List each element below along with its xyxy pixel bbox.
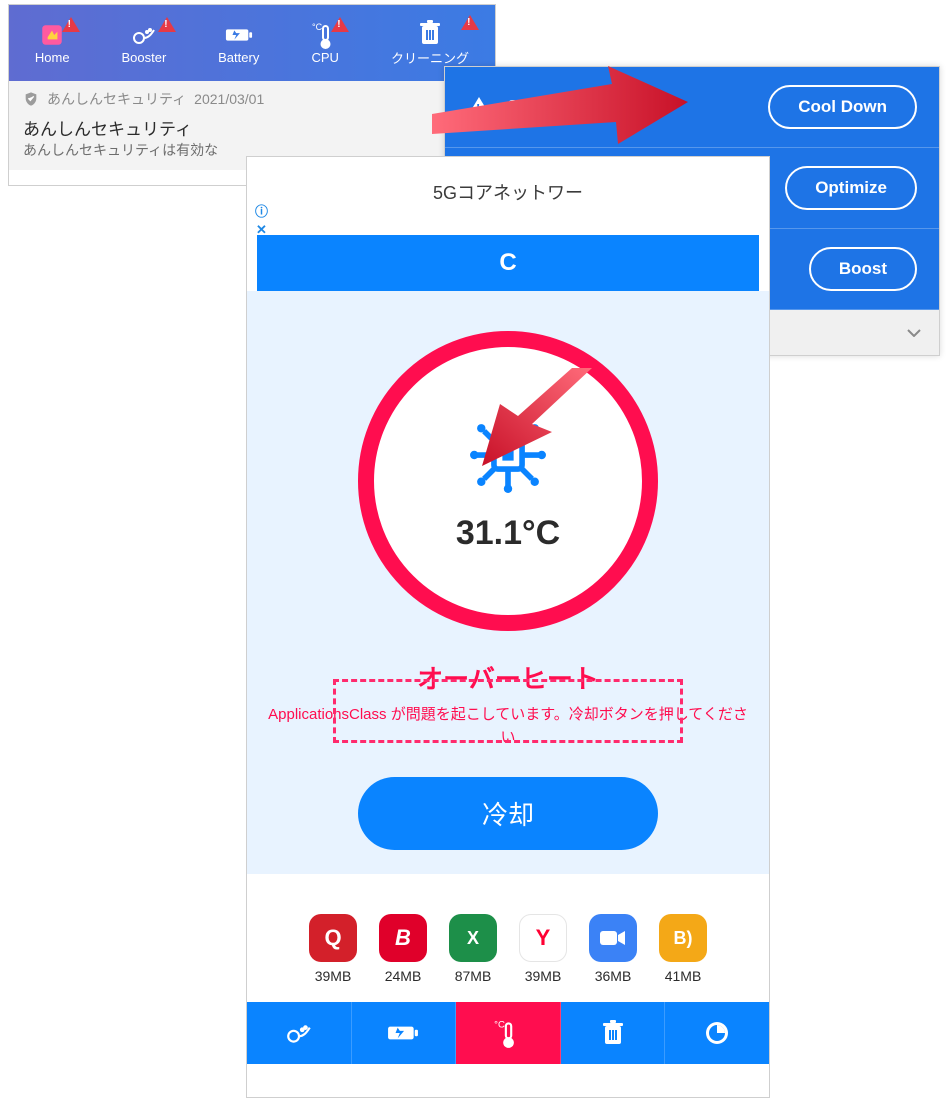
chevron-down-icon	[907, 324, 921, 341]
ad-headline: 5Gコアネットワー	[433, 183, 583, 203]
stop-icon	[704, 1020, 730, 1046]
nav-home[interactable]: Home	[35, 21, 70, 65]
trash-icon	[416, 19, 444, 47]
app-item[interactable]: Y 39MB	[519, 914, 567, 984]
nav-trash[interactable]	[561, 1002, 666, 1064]
notif-source: あんしんセキュリティ	[47, 89, 186, 109]
app-item[interactable]: B) 41MB	[659, 914, 707, 984]
nav-stop[interactable]	[665, 1002, 769, 1064]
alert-icon	[331, 17, 349, 32]
nav-label: Battery	[218, 50, 259, 65]
bottom-nav: °C	[247, 1002, 769, 1064]
overheat-message: ApplicationsClass が問題を起こしています。冷却ボタンを押してく…	[247, 696, 769, 749]
apps-row: Q 39MB B 24MB X 87MB Y 39MB 36MB B) 41MB	[247, 874, 769, 1002]
app-q-icon: Q	[309, 914, 357, 962]
info-icon[interactable]: ⓘ	[255, 201, 268, 220]
ad-blue-bar: C	[257, 235, 759, 291]
alert-icon	[461, 15, 479, 30]
app-size: 41MB	[665, 968, 702, 984]
nav-battery[interactable]: Battery	[218, 21, 259, 65]
battery-icon	[387, 1024, 419, 1042]
nav-label: CPU	[311, 50, 338, 65]
main-app-panel: ⓘ ✕ 5Gコアネットワー C 31.1°C オーバーヒート App	[246, 156, 770, 1098]
nav-booster[interactable]	[247, 1002, 352, 1064]
notif-date: 2021/03/01	[194, 91, 264, 107]
app-b2-icon: B)	[659, 914, 707, 962]
app-zoom-icon	[589, 914, 637, 962]
cool-button[interactable]: 冷却	[358, 777, 658, 850]
svg-text:°C: °C	[312, 22, 323, 32]
app-excel-icon: X	[449, 914, 497, 962]
red-arrow-down-left	[472, 368, 602, 468]
app-yahoo-icon: Y	[519, 914, 567, 962]
booster-icon	[285, 1022, 313, 1044]
alert-icon	[62, 17, 80, 32]
app-size: 24MB	[385, 968, 422, 984]
nav-cleaning[interactable]: クリーニング	[391, 19, 469, 67]
notif-title: あんしんセキュリティ	[9, 113, 495, 140]
app-size: 36MB	[595, 968, 632, 984]
app-item[interactable]: X 87MB	[449, 914, 497, 984]
nav-battery[interactable]	[352, 1002, 457, 1064]
app-item[interactable]: Q 39MB	[309, 914, 357, 984]
nav-label: Home	[35, 50, 70, 65]
shield-icon	[23, 91, 39, 107]
trash-icon	[601, 1020, 625, 1046]
app-item[interactable]: 36MB	[589, 914, 637, 984]
ad-info-icons: ⓘ ✕	[255, 201, 268, 238]
boost-button[interactable]: Boost	[809, 247, 917, 291]
app-size: 39MB	[525, 968, 562, 984]
nav-booster[interactable]: Booster	[121, 21, 166, 65]
alert-icon	[158, 17, 176, 32]
cooldown-button[interactable]: Cool Down	[768, 85, 917, 129]
nav-label: Booster	[121, 50, 166, 65]
nav-cpu-temp[interactable]: °C	[456, 1002, 561, 1064]
optimize-button[interactable]: Optimize	[785, 166, 917, 210]
close-icon[interactable]: ✕	[255, 222, 268, 238]
app-b-icon: B	[379, 914, 427, 962]
top-nav: Home Booster Battery °C CPU	[9, 5, 495, 81]
cpu-temp-icon: °C	[494, 1017, 522, 1049]
battery-icon	[225, 21, 253, 49]
nav-cpu[interactable]: °C CPU	[311, 21, 339, 65]
app-item[interactable]: B 24MB	[379, 914, 427, 984]
app-size: 87MB	[455, 968, 492, 984]
notification-header: あんしんセキュリティ 2021/03/01	[9, 81, 495, 113]
svg-text:°C: °C	[494, 1020, 505, 1031]
overheat-title: オーバーヒート	[417, 659, 599, 696]
ad-area: ⓘ ✕ 5Gコアネットワー C	[247, 157, 769, 291]
app-size: 39MB	[315, 968, 352, 984]
red-arrow-right	[432, 64, 692, 148]
booster-icon	[130, 21, 158, 49]
temperature-value: 31.1°C	[456, 514, 560, 553]
